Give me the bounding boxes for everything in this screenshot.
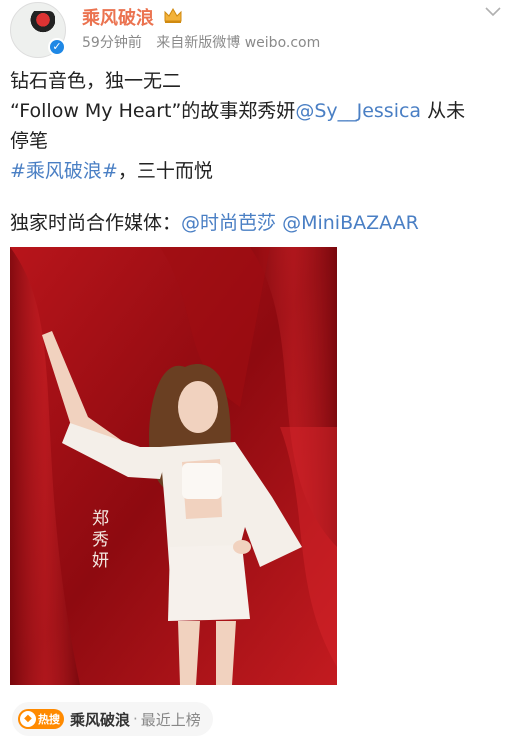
author-name[interactable]: 乘风破浪 xyxy=(82,4,154,30)
mention-link[interactable]: @MiniBAZAAR xyxy=(282,212,419,234)
post-meta: 59分钟前 来自新版微博 weibo.com xyxy=(82,32,320,52)
flame-icon: ◆ xyxy=(20,711,36,727)
mention-link[interactable]: @时尚芭莎 xyxy=(181,212,276,234)
text-line: 钻石音色，独一无二 xyxy=(10,70,182,92)
text-segment: 从未 xyxy=(421,100,466,122)
weibo-post: ✓ 乘风破浪 59分钟前 来自新版微博 weibo.com 钻石音色，独一无二 … xyxy=(0,0,515,753)
text-line: “Follow My Heart”的故事郑秀妍@Sy__Jessica 从未 xyxy=(10,96,505,126)
chevron-down-icon[interactable] xyxy=(485,6,501,18)
text-segment: 独家时尚合作媒体： xyxy=(10,212,182,234)
text-line: 独家时尚合作媒体：@时尚芭莎 @MiniBAZAAR xyxy=(10,208,505,238)
post-source[interactable]: 来自新版微博 weibo.com xyxy=(156,35,320,51)
hashtag-link[interactable]: #乘风破浪# xyxy=(10,160,118,182)
post-image[interactable]: 郑秀妍 xyxy=(10,247,337,685)
verified-check-icon: ✓ xyxy=(48,38,66,56)
hot-search-badge: ◆ 热搜 xyxy=(18,709,64,729)
topic-status: 最近上榜 xyxy=(140,710,201,729)
hot-topic-chip[interactable]: ◆ 热搜 乘风破浪 · 最近上榜 xyxy=(12,702,213,736)
topic-title: 乘风破浪 xyxy=(70,710,131,729)
post-time: 59分钟前 xyxy=(82,35,142,51)
badge-label: 热搜 xyxy=(38,713,60,726)
separator: · xyxy=(133,710,138,728)
post-text: 钻石音色，独一无二 “Follow My Heart”的故事郑秀妍@Sy__Je… xyxy=(10,66,505,238)
photo-illustration xyxy=(10,247,337,685)
crown-icon xyxy=(164,7,182,23)
mention-link[interactable]: @Sy__Jessica xyxy=(295,100,421,122)
show-logo-icon xyxy=(25,11,55,33)
text-segment: ，三十而悦 xyxy=(117,160,213,182)
photo-signature: 郑秀妍 xyxy=(92,509,109,571)
text-segment: “Follow My Heart”的故事郑秀妍 xyxy=(10,100,296,122)
text-line: #乘风破浪#，三十而悦 xyxy=(10,156,505,186)
text-line: 停笔 xyxy=(10,130,49,152)
